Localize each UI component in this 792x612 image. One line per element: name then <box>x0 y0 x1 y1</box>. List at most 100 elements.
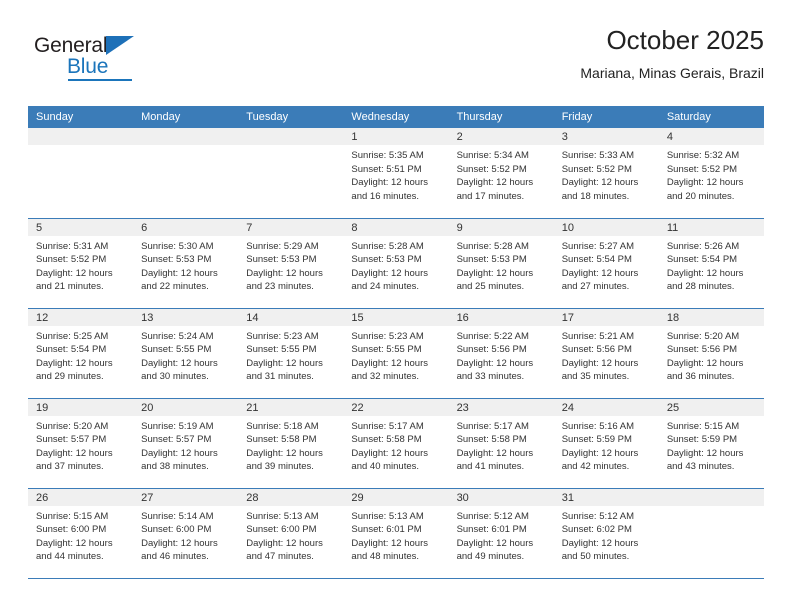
calendar-day-cell[interactable]: 15 Sunrise: 5:23 AM Sunset: 5:55 PM Dayligh… <box>343 308 449 399</box>
calendar-day-cell[interactable]: 25 Sunrise: 5:15 AM Sunset: 5:59 PM Dayligh… <box>658 398 764 489</box>
sunrise-text: Sunrise: 5:12 AM <box>456 510 529 522</box>
day-info: Sunrise: 5:21 AM Sunset: 5:56 PM Daylight:… <box>554 326 659 384</box>
calendar-day-cell[interactable]: 10 Sunrise: 5:27 AM Sunset: 5:54 PM Dayligh… <box>553 218 659 309</box>
daylight-text-line2: and 18 minutes. <box>561 190 630 202</box>
daylight-text-line2: and 30 minutes. <box>141 371 209 382</box>
sunrise-text: Sunrise: 5:20 AM <box>666 330 740 342</box>
day-number: 8 <box>343 218 449 236</box>
day-info: Sunrise: 5:33 AM Sunset: 5:52 PM Daylight:… <box>554 145 659 203</box>
sunset-text: Sunset: 5:58 PM <box>351 434 422 445</box>
daylight-text-line1: Daylight: 12 hours <box>351 447 428 459</box>
blue-triangle-icon <box>106 36 134 55</box>
calendar-day-cell[interactable]: 3 Sunrise: 5:33 AM Sunset: 5:52 PM Daylight… <box>553 128 659 219</box>
day-cell-content: 21 Sunrise: 5:18 AM Sunset: 5:58 PM Dayligh… <box>238 398 344 487</box>
calendar-day-cell[interactable]: 24 Sunrise: 5:16 AM Sunset: 5:59 PM Dayligh… <box>553 398 659 489</box>
sunset-text: Sunset: 5:57 PM <box>36 434 107 445</box>
calendar-day-cell[interactable]: 19 Sunrise: 5:20 AM Sunset: 5:57 PM Dayligh… <box>28 398 134 489</box>
calendar-day-cell[interactable]: 6 Sunrise: 5:30 AM Sunset: 5:53 PM Daylight… <box>133 218 239 309</box>
weekday-header-wednesday: Wednesday <box>343 106 449 128</box>
sunrise-text: Sunrise: 5:33 AM <box>561 150 635 161</box>
day-cell-content: 30 Sunrise: 5:12 AM Sunset: 6:01 PM Dayligh… <box>448 488 554 577</box>
calendar-day-cell[interactable]: 31 Sunrise: 5:12 AM Sunset: 6:02 PM Dayligh… <box>553 488 659 579</box>
day-cell-content <box>133 128 239 216</box>
general-blue-logo[interactable]: General Blue <box>34 34 154 86</box>
day-cell-content: 3 Sunrise: 5:33 AM Sunset: 5:52 PM Daylight… <box>553 128 659 216</box>
day-number <box>238 128 344 145</box>
calendar-day-cell[interactable]: 9 Sunrise: 5:28 AM Sunset: 5:53 PM Daylight… <box>448 218 554 309</box>
calendar-day-cell[interactable]: 17 Sunrise: 5:21 AM Sunset: 5:56 PM Dayligh… <box>553 308 659 399</box>
day-number: 10 <box>553 218 659 236</box>
day-cell-content: 20 Sunrise: 5:19 AM Sunset: 5:57 PM Dayligh… <box>133 398 239 487</box>
day-cell-content: 13 Sunrise: 5:24 AM Sunset: 5:55 PM Dayligh… <box>133 308 239 397</box>
sunset-text: Sunset: 6:00 PM <box>141 524 212 535</box>
calendar-day-cell[interactable]: 18 Sunrise: 5:20 AM Sunset: 5:56 PM Dayligh… <box>658 308 764 399</box>
calendar-day-cell[interactable]: 4 Sunrise: 5:32 AM Sunset: 5:52 PM Daylight… <box>658 128 764 219</box>
calendar-day-cell[interactable]: 30 Sunrise: 5:12 AM Sunset: 6:01 PM Dayligh… <box>448 488 554 579</box>
page-subtitle: Mariana, Minas Gerais, Brazil <box>580 65 764 81</box>
calendar-day-cell[interactable]: 20 Sunrise: 5:19 AM Sunset: 5:57 PM Dayligh… <box>133 398 239 489</box>
calendar-day-cell[interactable]: 26 Sunrise: 5:15 AM Sunset: 6:00 PM Dayligh… <box>28 488 134 579</box>
sunrise-text: Sunrise: 5:15 AM <box>36 510 109 522</box>
day-info <box>28 145 133 149</box>
sunrise-text: Sunrise: 5:20 AM <box>36 420 109 432</box>
calendar-day-cell[interactable]: 21 Sunrise: 5:18 AM Sunset: 5:58 PM Dayligh… <box>238 398 344 489</box>
calendar-day-cell[interactable]: 5 Sunrise: 5:31 AM Sunset: 5:52 PM Daylight… <box>28 218 134 309</box>
daylight-text-line2: and 47 minutes. <box>246 551 314 562</box>
sunrise-text: Sunrise: 5:18 AM <box>246 420 319 432</box>
sunrise-text: Sunrise: 5:12 AM <box>561 510 635 522</box>
sunset-text: Sunset: 5:55 PM <box>141 344 212 355</box>
day-info: Sunrise: 5:29 AM Sunset: 5:53 PM Daylight:… <box>238 236 343 294</box>
day-number: 11 <box>658 218 764 236</box>
daylight-text-line2: and 21 minutes. <box>36 281 104 292</box>
calendar-day-cell[interactable]: 22 Sunrise: 5:17 AM Sunset: 5:58 PM Dayligh… <box>343 398 449 489</box>
daylight-text-line2: and 37 minutes. <box>36 461 104 472</box>
daylight-text-line2: and 32 minutes. <box>351 371 420 382</box>
sunrise-text: Sunrise: 5:13 AM <box>351 510 424 522</box>
calendar-day-cell[interactable]: 27 Sunrise: 5:14 AM Sunset: 6:00 PM Dayligh… <box>133 488 239 579</box>
calendar-day-cell[interactable]: 2 Sunrise: 5:34 AM Sunset: 5:52 PM Daylight… <box>448 128 554 219</box>
day-number: 3 <box>553 128 659 145</box>
calendar-day-cell <box>658 488 764 579</box>
calendar-day-cell[interactable]: 1 Sunrise: 5:35 AM Sunset: 5:51 PM Daylight… <box>343 128 449 219</box>
sunrise-text: Sunrise: 5:22 AM <box>456 330 529 342</box>
sunset-text: Sunset: 5:54 PM <box>561 254 632 265</box>
daylight-text-line1: Daylight: 12 hours <box>561 267 639 279</box>
day-info: Sunrise: 5:34 AM Sunset: 5:52 PM Daylight:… <box>449 145 554 203</box>
day-info <box>133 145 238 149</box>
calendar-day-cell[interactable]: 12 Sunrise: 5:25 AM Sunset: 5:54 PM Dayligh… <box>28 308 134 399</box>
calendar-day-cell[interactable]: 16 Sunrise: 5:22 AM Sunset: 5:56 PM Dayligh… <box>448 308 554 399</box>
day-number: 5 <box>28 218 134 236</box>
calendar-day-cell[interactable]: 8 Sunrise: 5:28 AM Sunset: 5:53 PM Daylight… <box>343 218 449 309</box>
sunset-text: Sunset: 5:59 PM <box>561 434 632 445</box>
day-info: Sunrise: 5:12 AM Sunset: 6:02 PM Daylight:… <box>554 506 659 564</box>
weekday-header-thursday: Thursday <box>448 106 554 128</box>
day-number: 19 <box>28 398 134 416</box>
sunset-text: Sunset: 5:57 PM <box>141 434 212 445</box>
calendar-day-cell[interactable]: 13 Sunrise: 5:24 AM Sunset: 5:55 PM Dayligh… <box>133 308 239 399</box>
day-cell-content: 8 Sunrise: 5:28 AM Sunset: 5:53 PM Daylight… <box>343 218 449 307</box>
calendar-day-cell[interactable]: 7 Sunrise: 5:29 AM Sunset: 5:53 PM Daylight… <box>238 218 344 309</box>
day-cell-content: 11 Sunrise: 5:26 AM Sunset: 5:54 PM Dayligh… <box>658 218 764 307</box>
daylight-text-line1: Daylight: 12 hours <box>246 357 323 369</box>
calendar-day-cell[interactable]: 29 Sunrise: 5:13 AM Sunset: 6:01 PM Dayligh… <box>343 488 449 579</box>
weekday-header-saturday: Saturday <box>658 106 764 128</box>
day-cell-content: 5 Sunrise: 5:31 AM Sunset: 5:52 PM Daylight… <box>28 218 134 307</box>
page-title: October 2025 <box>606 25 764 55</box>
day-cell-content: 27 Sunrise: 5:14 AM Sunset: 6:00 PM Dayligh… <box>133 488 239 577</box>
day-number: 22 <box>343 398 449 416</box>
daylight-text-line1: Daylight: 12 hours <box>351 357 428 369</box>
calendar-day-cell[interactable]: 11 Sunrise: 5:26 AM Sunset: 5:54 PM Dayligh… <box>658 218 764 309</box>
daylight-text-line2: and 27 minutes. <box>561 281 630 292</box>
daylight-text-line2: and 22 minutes. <box>141 281 209 292</box>
daylight-text-line2: and 48 minutes. <box>351 551 420 562</box>
calendar-day-cell[interactable]: 23 Sunrise: 5:17 AM Sunset: 5:58 PM Dayligh… <box>448 398 554 489</box>
day-number <box>658 488 764 506</box>
day-number: 12 <box>28 308 134 326</box>
calendar-day-cell[interactable]: 28 Sunrise: 5:13 AM Sunset: 6:00 PM Dayligh… <box>238 488 344 579</box>
calendar-day-cell[interactable]: 14 Sunrise: 5:23 AM Sunset: 5:55 PM Dayligh… <box>238 308 344 399</box>
day-number: 9 <box>448 218 554 236</box>
day-number: 16 <box>448 308 554 326</box>
daylight-text-line1: Daylight: 12 hours <box>666 357 744 369</box>
day-info: Sunrise: 5:30 AM Sunset: 5:53 PM Daylight:… <box>133 236 238 294</box>
day-number: 13 <box>133 308 239 326</box>
